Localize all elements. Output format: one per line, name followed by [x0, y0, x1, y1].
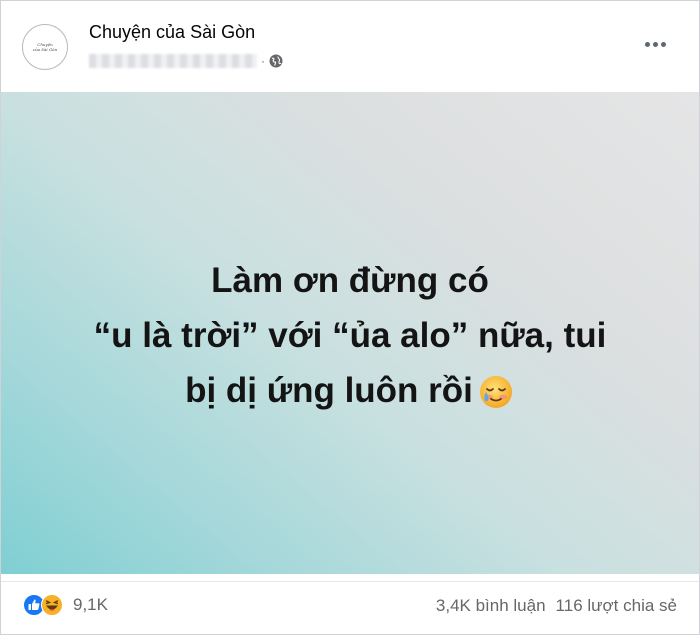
page-avatar[interactable]: Chuyện của Sài Gòn [22, 24, 68, 70]
post-text: Làm ơn đừng có “u là trời” với “ủa alo” … [94, 253, 607, 418]
avatar-text-line-2: của Sài Gòn [32, 47, 58, 52]
ellipsis-icon[interactable] [641, 33, 669, 55]
meta-separator: · [261, 54, 265, 68]
post-header: Chuyện của Sài Gòn Chuyện của Sài Gòn · [1, 1, 699, 91]
comment-count-link[interactable]: 3,4K bình luận [436, 596, 546, 616]
post-line-3-wrap: bị dị ứng luôn rồi [94, 363, 607, 418]
page-name-link[interactable]: Chuyện của Sài Gòn [89, 22, 255, 43]
haha-icon [41, 594, 63, 616]
post-line-1: Làm ơn đừng có [211, 260, 489, 300]
share-count-link[interactable]: 116 lượt chia sẻ [556, 596, 677, 616]
blurred-timestamp[interactable] [89, 54, 257, 68]
post-footer: 9,1K 3,4K bình luận 116 lượt chia sẻ [1, 581, 699, 632]
smiling-face-with-tear-icon [477, 372, 515, 410]
post-line-3: bị dị ứng luôn rồi [185, 370, 473, 410]
post-stats: 3,4K bình luận 116 lượt chia sẻ [436, 596, 677, 616]
post-background: Làm ơn đừng có “u là trời” với “ủa alo” … [1, 92, 699, 574]
reactions-summary[interactable]: 9,1K [23, 594, 108, 616]
post-meta: · [89, 52, 283, 70]
reaction-count: 9,1K [73, 595, 108, 614]
post-card: Chuyện của Sài Gòn Chuyện của Sài Gòn · … [0, 0, 700, 635]
globe-icon[interactable] [269, 54, 283, 68]
post-line-2: “u là trời” với “ủa alo” nữa, tui [93, 315, 607, 355]
